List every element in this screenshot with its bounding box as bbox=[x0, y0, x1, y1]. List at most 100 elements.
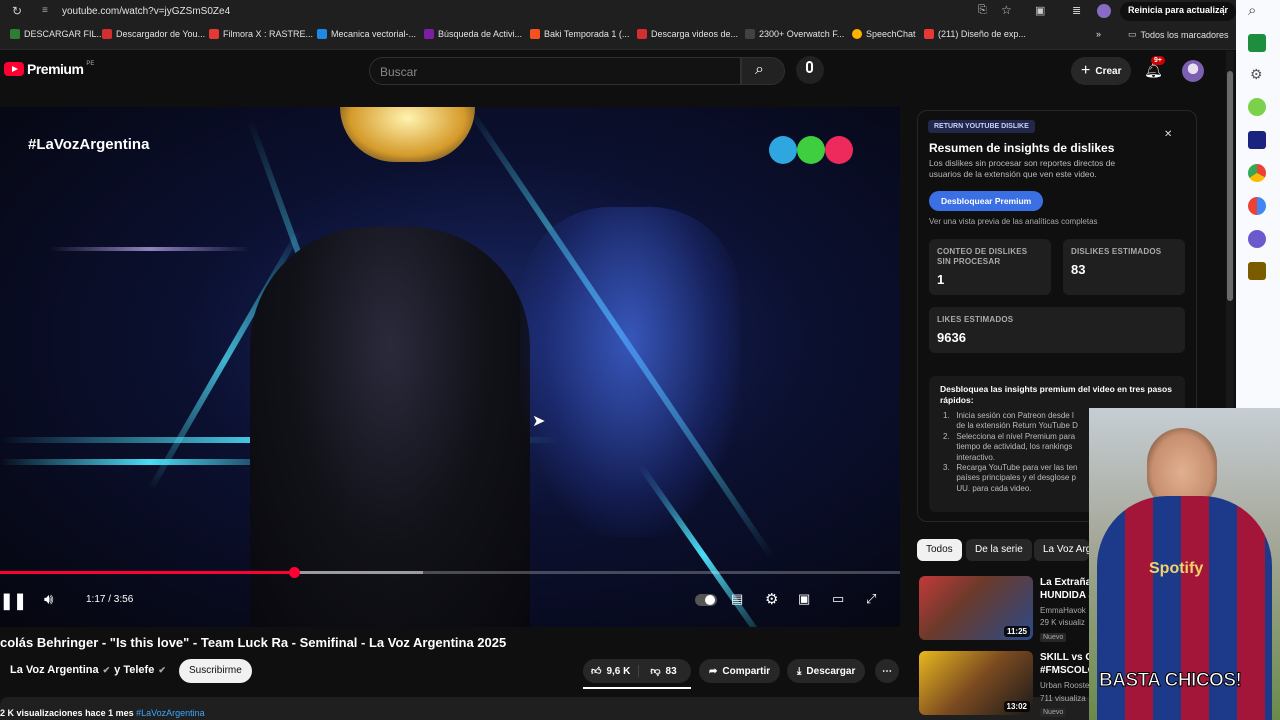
telefe-logo-blue bbox=[769, 136, 797, 164]
chip-all[interactable]: Todos bbox=[917, 539, 962, 561]
step-line: UU. para cada video. bbox=[956, 483, 1032, 493]
search-input[interactable]: Buscar bbox=[369, 57, 741, 85]
video-duration: 13:02 bbox=[1003, 701, 1030, 712]
preview-analytics-text: Ver una vista previa de las analíticas c… bbox=[929, 217, 1098, 226]
logo-text: Premium bbox=[27, 61, 84, 77]
raw-dislikes-value: 1 bbox=[937, 272, 945, 287]
video-player[interactable]: #LaVozArgentina ➤ ❚❚ 🔊︎ 1:17 / 3:56 ▤ ⚙ … bbox=[0, 107, 900, 627]
estimated-likes-value: 9636 bbox=[937, 330, 966, 345]
step-line: tiempo de actividad, los rankings bbox=[956, 442, 1073, 452]
chip-from-series[interactable]: De la serie bbox=[966, 539, 1032, 561]
more-actions-button[interactable]: ⋯ bbox=[875, 659, 899, 683]
subscribe-button[interactable]: Suscribirme bbox=[179, 659, 252, 683]
menu-kebab-icon[interactable]: ⋮ bbox=[1218, 4, 1229, 17]
channel-collaborator[interactable]: y Telefe bbox=[114, 664, 154, 676]
estimated-dislikes-box: DISLIKES ESTIMADOS 83 bbox=[1063, 239, 1185, 295]
media-control-icon[interactable]: ≣ bbox=[1072, 4, 1081, 17]
extension-icon[interactable] bbox=[1248, 230, 1266, 248]
profile-avatar[interactable] bbox=[1097, 4, 1111, 18]
close-icon[interactable]: ✕ bbox=[1164, 129, 1172, 140]
webcam-caption: BASTA CHICOS! bbox=[1098, 670, 1242, 692]
miniplayer-icon[interactable]: ▣ bbox=[798, 591, 810, 607]
bookmarks-overflow-icon[interactable]: » bbox=[1096, 29, 1101, 39]
voice-search-button[interactable] bbox=[796, 56, 824, 84]
bookmark-item[interactable]: (211) Diseño de exp... bbox=[924, 29, 1026, 39]
bookmark-item[interactable]: SpeechChat bbox=[852, 29, 916, 39]
subtitles-icon[interactable]: ▤ bbox=[731, 591, 743, 607]
u-app-icon[interactable] bbox=[1248, 131, 1266, 149]
raw-dislikes-label: CONTEO DE DISLIKES SIN PROCESAR bbox=[937, 247, 1028, 266]
chrome-profile-icon[interactable] bbox=[1248, 197, 1266, 215]
bookmark-star-icon[interactable]: ☆ bbox=[1001, 3, 1012, 17]
extensions-icon[interactable]: ▣ bbox=[1035, 4, 1045, 17]
share-icon: ➦ bbox=[709, 665, 718, 677]
scrollbar-thumb[interactable] bbox=[1227, 71, 1233, 301]
recommendation-channel[interactable]: Urban Rooste bbox=[1040, 681, 1089, 690]
like-button[interactable]: 👍︎ 9,6 K bbox=[583, 665, 640, 677]
youtube-play-logo-icon bbox=[4, 62, 24, 76]
youtube-logo[interactable]: Premium PE bbox=[4, 61, 94, 77]
create-button[interactable]: + Crear bbox=[1071, 57, 1132, 85]
recommendation-title[interactable]: La Extraña HUNDIDA a bbox=[1040, 576, 1094, 602]
description-hashtag[interactable]: #LaVozArgentina bbox=[136, 708, 205, 718]
bookmark-item[interactable]: DESCARGAR FIL... bbox=[10, 29, 104, 39]
recommendation-meta: 29 K visualiz bbox=[1040, 618, 1085, 627]
plus-icon: + bbox=[1081, 62, 1091, 79]
install-app-icon[interactable]: ⎘ bbox=[978, 4, 987, 17]
account-avatar[interactable] bbox=[1182, 60, 1204, 82]
url-text[interactable]: youtube.com/watch?v=jyGZSmS0Ze4 bbox=[62, 6, 230, 17]
recommendation-thumbnail[interactable]: 11:25 bbox=[919, 576, 1033, 640]
pause-icon[interactable]: ❚❚ bbox=[0, 591, 27, 611]
search-placeholder: Buscar bbox=[380, 65, 418, 79]
cloud-icon[interactable] bbox=[1248, 98, 1266, 116]
gear-icon[interactable]: ⚙ bbox=[1250, 66, 1263, 83]
all-bookmarks-folder[interactable]: ▭ Todos los marcadores bbox=[1128, 29, 1229, 40]
upload-date: hace 1 mes bbox=[85, 708, 134, 718]
step-line: interactivo. bbox=[956, 452, 996, 462]
dislike-button[interactable]: 👎︎ 83 bbox=[644, 665, 682, 678]
channel-info[interactable]: La Voz Argentina ✔ y Telefe ✔ bbox=[10, 664, 166, 676]
site-info-icon[interactable]: ≡ bbox=[42, 5, 48, 16]
fullscreen-icon[interactable]: ⤢ bbox=[866, 591, 876, 607]
bookmark-item[interactable]: Descargador de You... bbox=[102, 29, 205, 39]
search-button[interactable]: ⌕ bbox=[741, 57, 785, 85]
chrome-icon[interactable] bbox=[1248, 164, 1266, 182]
bookmark-item[interactable]: Descarga videos de... bbox=[637, 29, 738, 39]
bookmark-favicon bbox=[102, 29, 112, 39]
extension-badge: RETURN YOUTUBE DISLIKE bbox=[928, 120, 1035, 133]
unlock-premium-button[interactable]: Desbloquear Premium bbox=[929, 191, 1044, 211]
bookmark-favicon bbox=[209, 29, 219, 39]
video-title: colás Behringer - "Is this love" - Team … bbox=[0, 635, 507, 650]
download-button[interactable]: ⤓ Descargar bbox=[787, 659, 866, 683]
chip-la-voz[interactable]: La Voz Arg bbox=[1034, 539, 1089, 561]
volume-icon[interactable]: 🔊︎ bbox=[44, 591, 53, 608]
recommendation-meta: 711 visualiza bbox=[1040, 694, 1086, 703]
app-icon[interactable] bbox=[1248, 262, 1266, 280]
sheets-icon[interactable] bbox=[1248, 34, 1266, 52]
recommendation-thumbnail[interactable]: 13:02 bbox=[919, 651, 1033, 715]
step-line: países principales y el desglose p bbox=[956, 473, 1076, 483]
bookmark-favicon bbox=[637, 29, 647, 39]
reload-icon[interactable]: ↻ bbox=[12, 4, 22, 18]
channel-name[interactable]: La Voz Argentina bbox=[10, 664, 99, 676]
telefe-logo-pink bbox=[825, 136, 853, 164]
folder-icon: ▭ bbox=[1128, 29, 1137, 39]
search-icon[interactable]: ⌕ bbox=[1248, 2, 1256, 19]
bookmark-item[interactable]: Baki Temporada 1 (... bbox=[530, 29, 629, 39]
bookmark-item[interactable]: 2300+ Overwatch F... bbox=[745, 29, 844, 39]
share-button[interactable]: ➦ Compartir bbox=[699, 659, 781, 683]
bookmark-favicon bbox=[424, 29, 434, 39]
recommendation-channel[interactable]: EmmaHavok bbox=[1040, 606, 1086, 615]
autoplay-toggle[interactable] bbox=[695, 594, 717, 606]
bookmark-item[interactable]: Filmora X : RASTRE... bbox=[209, 29, 313, 39]
time-display: 1:17 / 3:56 bbox=[86, 594, 134, 605]
bookmark-label: Descargador de You... bbox=[116, 29, 206, 39]
settings-gear-icon[interactable]: ⚙ bbox=[765, 590, 778, 608]
bookmark-item[interactable]: Búsqueda de Activi... bbox=[424, 29, 522, 39]
more-dots-icon: ⋯ bbox=[882, 665, 892, 677]
bookmark-item[interactable]: Mecanica vectorial-... bbox=[317, 29, 416, 39]
premium-steps-list: 1. Inicia sesión con Patreon desde l de … bbox=[943, 411, 1078, 494]
cast-icon[interactable]: ▭ bbox=[832, 591, 844, 607]
bookmark-favicon bbox=[745, 29, 755, 39]
bookmark-label: Búsqueda de Activi... bbox=[438, 29, 523, 39]
